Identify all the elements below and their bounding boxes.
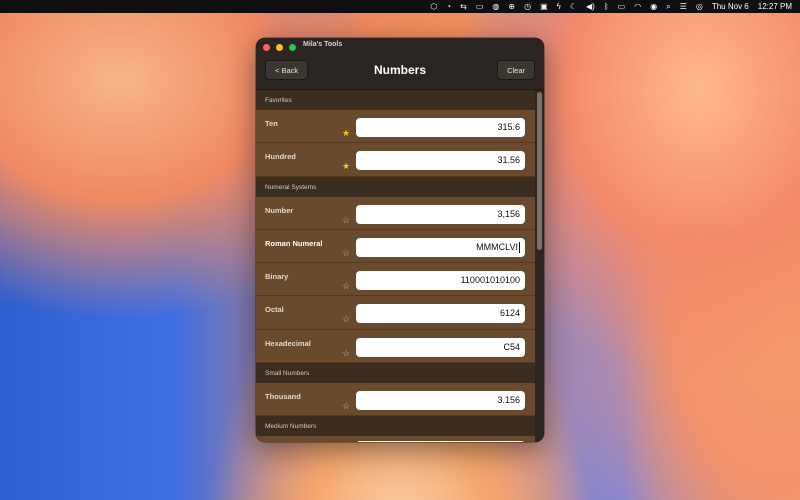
value-field[interactable]: 3.156 [356,391,525,411]
star-outline-icon[interactable]: ☆ [342,248,350,258]
value-field-focused[interactable]: MMMCLVI [356,237,525,257]
display-icon[interactable]: ▭ [476,0,484,13]
battery-icon[interactable]: ▭ [618,0,626,13]
section-header: Numeral Systems [256,176,535,197]
row-label: Octal [265,305,284,315]
app-icon[interactable]: ▣ [540,0,548,13]
minimize-window-button[interactable] [276,43,283,51]
value-field[interactable]: 6124 [356,304,525,324]
navigation-bar: < Back Numbers Clear [256,56,544,90]
moon-icon[interactable]: ☾ [570,0,577,13]
section-header: Medium Numbers [256,416,535,437]
star-outline-icon[interactable]: ☆ [342,215,350,225]
network-icon[interactable]: ⊕ [508,0,515,13]
zoom-window-button[interactable] [289,43,296,51]
star-filled-icon[interactable]: ★ [342,129,350,138]
row-label: Thousand [265,392,301,402]
conversion-list[interactable]: Favorites Ten ★ 315.6 Hundred ★ 31.56 Nu… [256,90,535,442]
value-field[interactable]: 3,156 [356,204,525,224]
list-item: Hundred ★ 31.56 [256,143,535,177]
text-caret [519,242,520,254]
siri-icon[interactable]: ◎ [696,0,703,13]
list-item: Roman Numeral ☆ MMMCLVI [256,229,535,264]
star-filled-icon[interactable]: ★ [342,162,350,171]
star-outline-icon[interactable]: ☆ [342,315,350,324]
section-header: Favorites [256,90,535,110]
globe-icon[interactable]: ◍ [492,0,499,13]
value-field[interactable] [356,441,525,442]
sync-icon[interactable]: ⇆ [460,0,467,13]
row-label: Ten [265,119,278,128]
clear-button[interactable]: Clear [497,60,535,80]
row-label: Number [265,205,294,215]
scrollbar-thumb[interactable] [537,92,542,250]
volume-icon[interactable]: ◀) [586,0,595,13]
timer-icon[interactable]: ◷ [524,0,531,13]
row-label: Binary [265,272,289,282]
title-bar: Mila's Tools [256,38,544,56]
list-item: Hexadecimal ☆ C54 [256,329,535,364]
search-icon[interactable]: ⌕ [666,0,670,13]
row-label: Hexadecimal [265,338,311,348]
section-header: Small Numbers [256,363,535,384]
app-window: Mila's Tools < Back Numbers Clear Favori… [256,38,544,442]
menubar-date[interactable]: Thu Nov 6 [712,0,749,13]
star-outline-icon[interactable]: ☆ [342,282,350,291]
bolt-icon[interactable]: ϟ [557,0,561,13]
rss-icon[interactable]: ◔ [446,0,451,13]
wifi-icon[interactable]: ◠ [634,0,641,13]
close-window-button[interactable] [263,43,270,51]
list-item: Octal ☆ 6124 [256,296,535,330]
star-outline-icon[interactable]: ☆ [342,348,350,358]
scrollbar[interactable] [535,90,544,442]
user-icon[interactable]: ◉ [650,0,657,13]
window-title: Mila's Tools [303,41,343,48]
list-item: Thousand ☆ 3.156 [256,383,535,417]
list-item: Number ☆ 3,156 [256,196,535,230]
star-outline-icon[interactable]: ☆ [342,402,350,411]
value-field[interactable]: 315.6 [356,118,525,137]
value-field[interactable]: 110001010100 [356,271,525,291]
bluetooth-icon[interactable]: ᛒ [604,0,609,13]
list-item [256,436,535,442]
row-label: Roman Numeral [265,238,323,248]
dropbox-icon[interactable]: ⬡ [430,0,437,13]
menu-bar: ⬡ ◔ ⇆ ▭ ◍ ⊕ ◷ ▣ ϟ ☾ ◀) ᛒ ▭ ◠ ◉ ⌕ ☰ ◎ Thu… [0,0,800,13]
menubar-time[interactable]: 12:27 PM [758,0,792,13]
control-center-icon[interactable]: ☰ [680,0,687,13]
list-item: Binary ☆ 110001010100 [256,263,535,297]
value-field[interactable]: 31.56 [356,151,525,171]
value-field[interactable]: C54 [356,337,525,357]
list-item: Ten ★ 315.6 [256,110,535,144]
field-text: MMMCLVI [476,241,518,252]
row-label: Hundred [265,152,296,162]
